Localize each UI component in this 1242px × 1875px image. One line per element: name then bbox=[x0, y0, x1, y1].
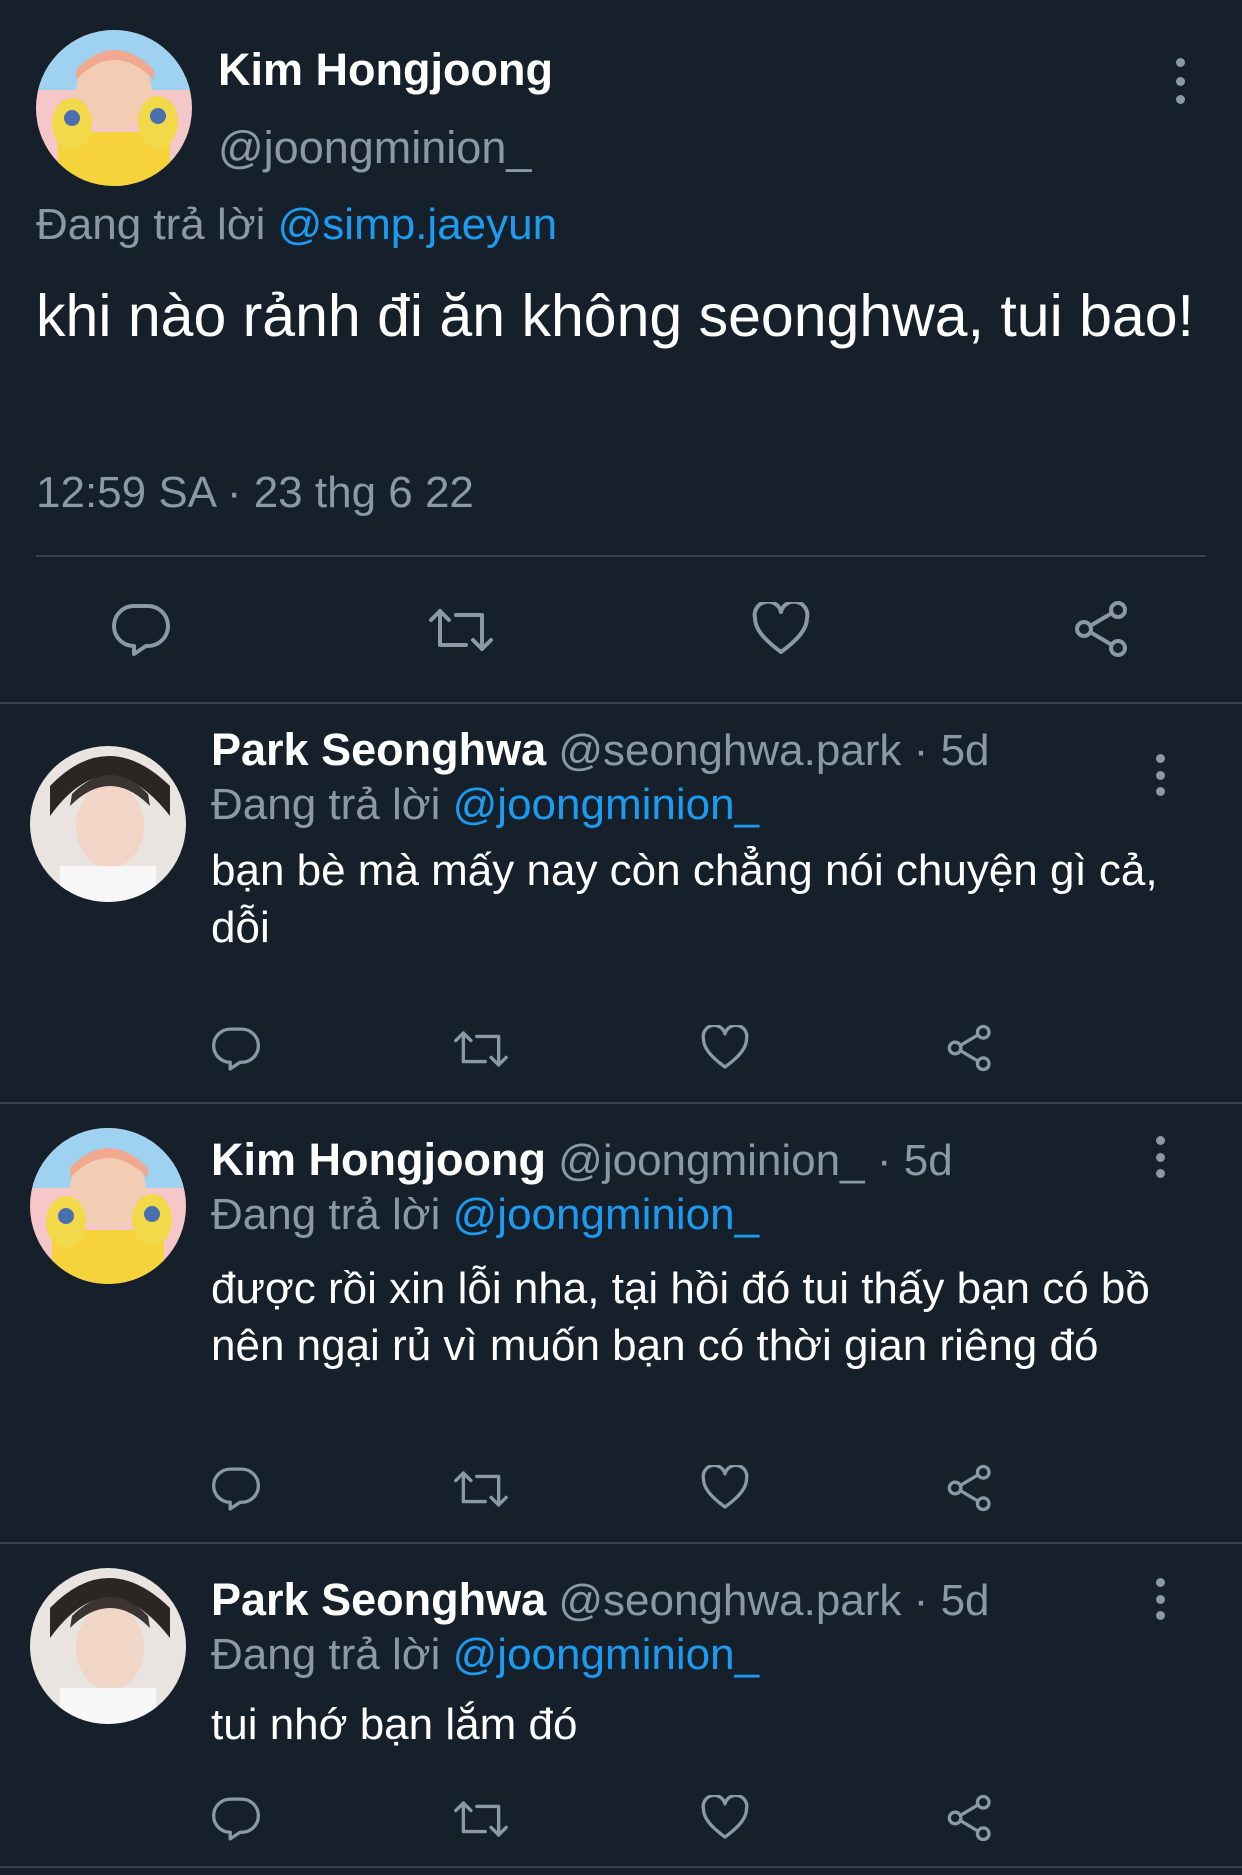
main-tweet: Kim Hongjoong @joongminion_ Đang trả lời… bbox=[0, 0, 1242, 704]
speech-bubble-icon[interactable] bbox=[212, 1466, 260, 1512]
reply-tweet[interactable]: Park Seonghwa @seonghwa.park · 5d Đang t… bbox=[0, 704, 1242, 1104]
author-handle[interactable]: @seonghwa.park bbox=[558, 726, 901, 775]
share-icon[interactable] bbox=[946, 1024, 994, 1072]
heart-icon[interactable] bbox=[752, 602, 810, 656]
replying-to-line: Đang trả lời @joongminion_ bbox=[211, 780, 759, 830]
speech-bubble-icon[interactable] bbox=[212, 1026, 260, 1072]
avatar-seonghwa[interactable] bbox=[30, 746, 186, 902]
divider bbox=[36, 555, 1206, 557]
replying-to-line: Đang trả lời @joongminion_ bbox=[211, 1190, 759, 1240]
more-vertical-icon[interactable] bbox=[1148, 1578, 1172, 1620]
tweet-age[interactable]: 5d bbox=[941, 1576, 990, 1625]
author-name[interactable]: Park Seonghwa bbox=[211, 724, 546, 775]
tweet-text: tui nhớ bạn lắm đó bbox=[211, 1700, 578, 1749]
share-icon[interactable] bbox=[946, 1464, 994, 1512]
heart-icon[interactable] bbox=[701, 1025, 749, 1071]
avatar-hongjoong[interactable] bbox=[30, 1128, 186, 1284]
more-vertical-icon[interactable] bbox=[1148, 1136, 1172, 1178]
heart-icon[interactable] bbox=[701, 1795, 749, 1841]
author-name[interactable]: Park Seonghwa bbox=[211, 1574, 546, 1625]
speech-bubble-icon[interactable] bbox=[112, 603, 170, 657]
reply-header: Park Seonghwa @seonghwa.park · 5d bbox=[211, 724, 990, 776]
heart-icon[interactable] bbox=[701, 1465, 749, 1511]
tweet-text: bạn bè mà mấy nay còn chẳng nói chuyện g… bbox=[211, 846, 1158, 952]
separator: · bbox=[913, 726, 929, 775]
author-name[interactable]: Kim Hongjoong bbox=[218, 44, 553, 96]
reply-tweet[interactable]: Kim Hongjoong @joongminion_ · 5d Đang tr… bbox=[0, 1104, 1242, 1544]
retweet-icon[interactable] bbox=[453, 1798, 509, 1840]
tweet-age[interactable]: 5d bbox=[941, 726, 990, 775]
tweet-text: khi nào rảnh đi ăn không seonghwa, tui b… bbox=[36, 283, 1194, 349]
more-vertical-icon[interactable] bbox=[1148, 754, 1172, 796]
avatar-seonghwa[interactable] bbox=[30, 1568, 186, 1724]
replying-prefix: Đang trả lời bbox=[211, 1630, 441, 1679]
avatar-hongjoong[interactable] bbox=[36, 30, 192, 186]
mention-link[interactable]: @simp.jaeyun bbox=[278, 200, 557, 249]
share-icon[interactable] bbox=[946, 1794, 994, 1842]
tweet-age[interactable]: 5d bbox=[904, 1136, 953, 1185]
share-icon[interactable] bbox=[1073, 600, 1131, 658]
mention-link[interactable]: @joongminion_ bbox=[453, 1190, 759, 1239]
author-handle[interactable]: @seonghwa.park bbox=[558, 1576, 901, 1625]
speech-bubble-icon[interactable] bbox=[212, 1796, 260, 1842]
mention-link[interactable]: @joongminion_ bbox=[453, 780, 759, 829]
replying-to-line: Đang trả lời @joongminion_ bbox=[211, 1630, 759, 1680]
reply-tweet[interactable]: Park Seonghwa @seonghwa.park · 5d Đang t… bbox=[0, 1544, 1242, 1868]
more-vertical-icon[interactable] bbox=[1168, 58, 1192, 104]
retweet-icon[interactable] bbox=[428, 605, 494, 655]
author-name[interactable]: Kim Hongjoong bbox=[211, 1134, 546, 1185]
reply-header: Park Seonghwa @seonghwa.park · 5d bbox=[211, 1574, 990, 1626]
separator: · bbox=[876, 1136, 892, 1185]
replying-prefix: Đang trả lời bbox=[211, 1190, 441, 1239]
retweet-icon[interactable] bbox=[453, 1468, 509, 1510]
separator: · bbox=[913, 1576, 929, 1625]
retweet-icon[interactable] bbox=[453, 1028, 509, 1070]
author-handle[interactable]: @joongminion_ bbox=[218, 122, 531, 174]
replying-prefix: Đang trả lời bbox=[211, 780, 441, 829]
replying-to-line: Đang trả lời @simp.jaeyun bbox=[36, 200, 557, 250]
tweet-timestamp[interactable]: 12:59 SA · 23 thg 6 22 bbox=[36, 468, 474, 518]
author-handle[interactable]: @joongminion_ bbox=[558, 1136, 864, 1185]
mention-link[interactable]: @joongminion_ bbox=[453, 1630, 759, 1679]
replying-prefix: Đang trả lời bbox=[36, 200, 266, 249]
reply-header: Kim Hongjoong @joongminion_ · 5d bbox=[211, 1134, 953, 1186]
tweet-text: được rồi xin lỗi nha, tại hồi đó tui thấ… bbox=[211, 1264, 1150, 1370]
